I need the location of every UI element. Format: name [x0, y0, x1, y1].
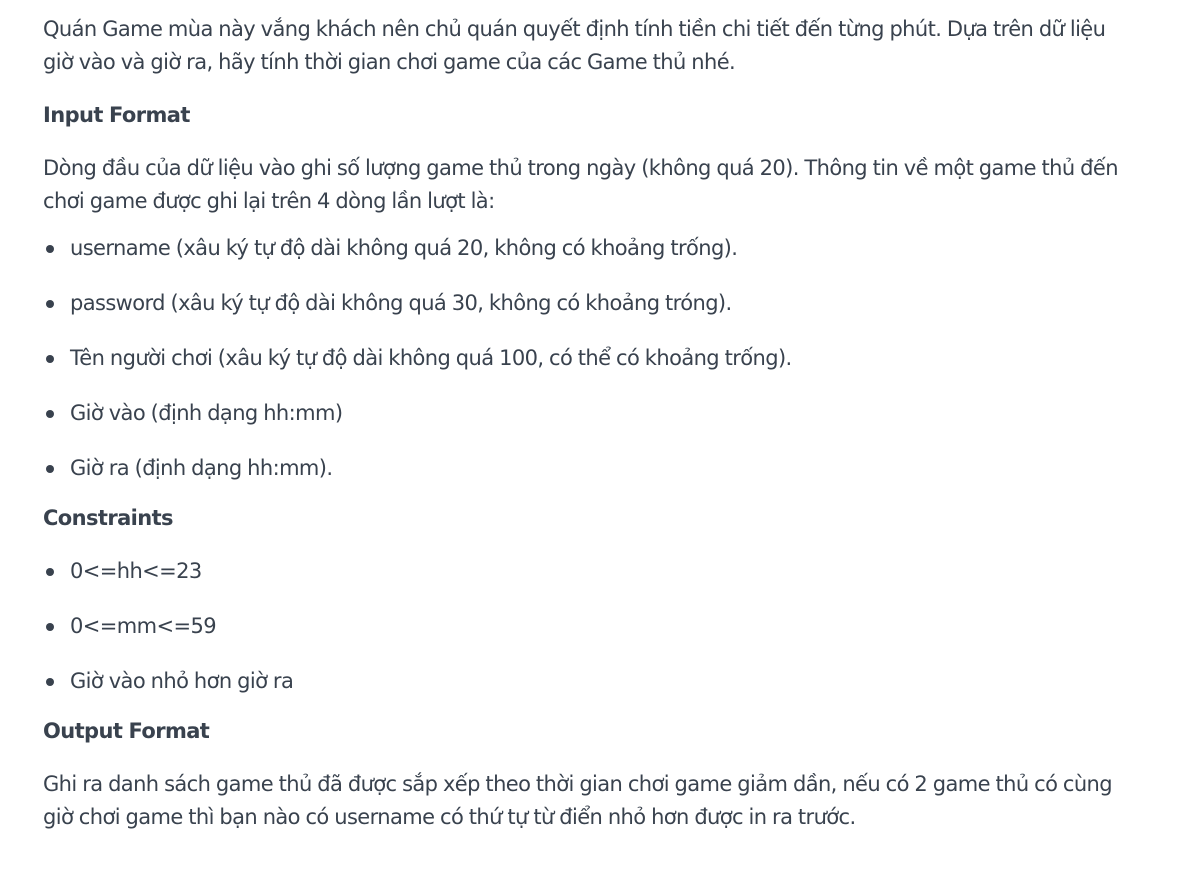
- list-item-text: 0<=hh<=23: [70, 559, 202, 583]
- output-format-heading: Output Format: [43, 719, 210, 743]
- constraints-heading: Constraints: [43, 506, 174, 530]
- list-item-text: Giờ vào (định dạng hh:mm): [70, 401, 343, 425]
- list-item-text: Giờ vào nhỏ hơn giờ ra: [70, 669, 294, 693]
- bullet-icon: [46, 300, 54, 308]
- bullet-icon: [46, 678, 54, 686]
- list-item: Giờ ra (định dạng hh:mm).: [43, 452, 1120, 485]
- list-item: 0<=hh<=23: [43, 555, 1120, 588]
- bullet-icon: [46, 355, 54, 363]
- bullet-icon: [46, 245, 54, 253]
- intro-paragraph: Quán Game mùa này vắng khách nên chủ quá…: [43, 17, 1106, 74]
- list-item: Giờ vào (định dạng hh:mm): [43, 397, 1120, 430]
- list-item-text: Giờ ra (định dạng hh:mm).: [70, 456, 333, 480]
- list-item: password (xâu ký tự độ dài không quá 30,…: [43, 287, 1120, 320]
- list-item: Giờ vào nhỏ hơn giờ ra: [43, 665, 1120, 698]
- list-item: 0<=mm<=59: [43, 610, 1120, 643]
- output-format-description: Ghi ra danh sách game thủ đã được sắp xế…: [43, 772, 1113, 829]
- bullet-icon: [46, 623, 54, 631]
- list-item-text: 0<=mm<=59: [70, 614, 217, 638]
- constraints-list: 0<=hh<=23 0<=mm<=59 Giờ vào nhỏ hơn giờ …: [43, 555, 1120, 698]
- input-format-list: username (xâu ký tự độ dài không quá 20,…: [43, 232, 1120, 485]
- problem-statement: Quán Game mùa này vắng khách nên chủ quá…: [0, 0, 1120, 834]
- list-item-text: username (xâu ký tự độ dài không quá 20,…: [70, 236, 738, 260]
- input-format-heading: Input Format: [43, 103, 190, 127]
- list-item: username (xâu ký tự độ dài không quá 20,…: [43, 232, 1120, 265]
- input-format-description: Dòng đầu của dữ liệu vào ghi số lượng ga…: [43, 156, 1119, 213]
- list-item: Tên người chơi (xâu ký tự độ dài không q…: [43, 342, 1120, 375]
- bullet-icon: [46, 568, 54, 576]
- bullet-icon: [46, 410, 54, 418]
- bullet-icon: [46, 465, 54, 473]
- list-item-text: password (xâu ký tự độ dài không quá 30,…: [70, 291, 732, 315]
- list-item-text: Tên người chơi (xâu ký tự độ dài không q…: [70, 346, 792, 370]
